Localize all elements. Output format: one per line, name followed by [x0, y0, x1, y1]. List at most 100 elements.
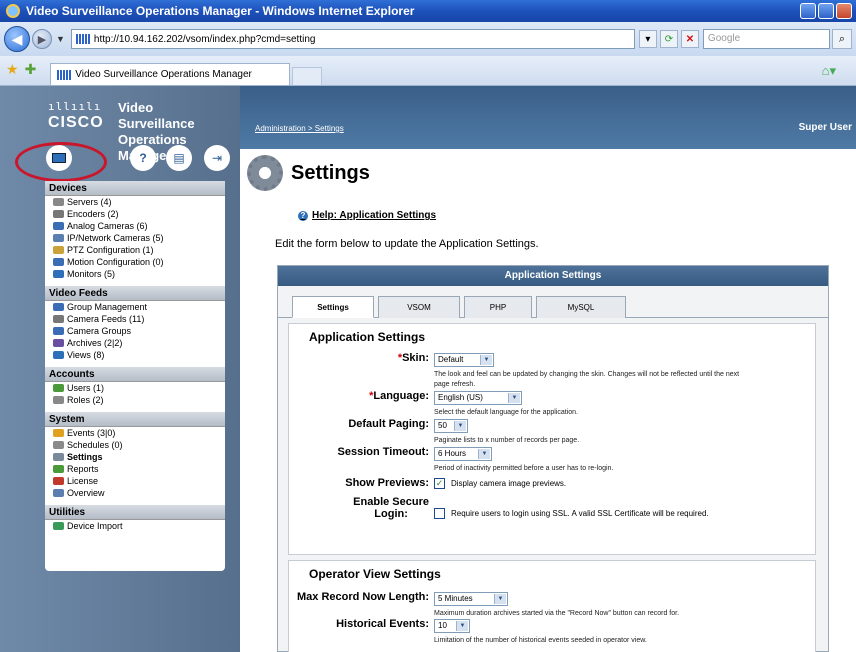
history-dropdown-icon[interactable]: ▼	[56, 34, 65, 44]
timeout-select[interactable]: 6 Hours ▼	[434, 447, 492, 461]
forward-button[interactable]: ▶	[32, 29, 52, 49]
chevron-down-icon: ▼	[456, 621, 468, 631]
menu-item-label: Overview	[67, 488, 105, 498]
tab-vsom[interactable]: VSOM	[378, 296, 460, 318]
url-dropdown-icon[interactable]: ▾	[638, 30, 657, 48]
menu-item-label: Camera Feeds (11)	[67, 314, 145, 324]
menu-item-label: IP/Network Cameras (5)	[67, 233, 164, 243]
camera-icon	[53, 222, 64, 230]
menu-item-ip-cameras[interactable]: IP/Network Cameras (5)	[45, 232, 225, 244]
historical-events-select[interactable]: 10 ▼	[434, 619, 470, 633]
secure-login-label-line1: Enable Secure	[353, 496, 429, 508]
menu-item-group-management[interactable]: Group Management	[45, 301, 225, 313]
menu-item-motion-configuration[interactable]: Motion Configuration (0)	[45, 256, 225, 268]
menu-item-camera-groups[interactable]: Camera Groups	[45, 325, 225, 337]
sidebar: ıllıılı CISCO Video Surveillance Operati…	[0, 86, 240, 652]
paging-value: 50	[438, 421, 447, 430]
document-button[interactable]: ▤	[166, 145, 192, 171]
help-button[interactable]: ?	[130, 145, 156, 171]
section-utilities: Utilities	[45, 505, 225, 520]
maximize-button[interactable]	[818, 3, 834, 19]
timeout-value: 6 Hours	[438, 449, 467, 458]
tab-settings[interactable]: Settings	[292, 296, 374, 318]
ip-camera-icon	[53, 234, 64, 242]
skin-select[interactable]: Default ▼	[434, 353, 494, 367]
skin-label-text: Skin:	[402, 352, 429, 364]
section-devices: Devices	[45, 181, 225, 196]
roles-icon	[53, 396, 64, 404]
menu-item-analog-cameras[interactable]: Analog Cameras (6)	[45, 220, 225, 232]
menu-item-views[interactable]: Views (8)	[45, 349, 225, 361]
refresh-icon[interactable]: ⟳	[659, 30, 678, 48]
tab-php[interactable]: PHP	[464, 296, 532, 318]
menu-item-encoders[interactable]: Encoders (2)	[45, 208, 225, 220]
skin-hint: The look and feel can be updated by chan…	[434, 370, 739, 390]
help-link[interactable]: ? Help: Application Settings	[298, 210, 436, 221]
menu-item-label: Servers (4)	[67, 197, 112, 207]
previews-checkbox[interactable]: ✓	[434, 478, 445, 489]
previews-checkbox-label: Display camera image previews.	[451, 479, 567, 488]
url-field[interactable]: http://10.94.162.202/vsom/index.php?cmd=…	[70, 29, 635, 49]
menu-item-settings[interactable]: Settings	[45, 451, 225, 463]
close-window-button[interactable]	[836, 3, 852, 19]
breadcrumb[interactable]: Administration > Settings	[255, 124, 344, 133]
page-title-row: Settings	[247, 155, 370, 191]
menu-item-reports[interactable]: Reports	[45, 463, 225, 475]
menu-item-schedules[interactable]: Schedules (0)	[45, 439, 225, 451]
search-input[interactable]: Google	[702, 29, 830, 49]
monitor-icon	[53, 270, 64, 278]
menu-item-ptz-configuration[interactable]: PTZ Configuration (1)	[45, 244, 225, 256]
section-accounts: Accounts	[45, 367, 225, 382]
add-favorites-icon[interactable]: ✚	[25, 61, 37, 78]
historical-events-label: Historical Events:	[336, 618, 429, 630]
section-system: System	[45, 412, 225, 427]
menu-item-camera-feeds[interactable]: Camera Feeds (11)	[45, 313, 225, 325]
views-icon	[53, 351, 64, 359]
menu-item-license[interactable]: License	[45, 475, 225, 487]
favorites-star-icon[interactable]: ★	[6, 61, 19, 78]
menu-item-roles[interactable]: Roles (2)	[45, 394, 225, 406]
window-title: Video Surveillance Operations Manager - …	[26, 4, 415, 18]
menu-item-monitors[interactable]: Monitors (5)	[45, 268, 225, 280]
browser-tab-active[interactable]: Video Surveillance Operations Manager	[50, 63, 291, 85]
menu-item-overview[interactable]: Overview	[45, 487, 225, 499]
search-icon[interactable]: ⌕	[832, 29, 852, 49]
new-tab-button[interactable]	[292, 67, 323, 85]
settings-icon	[53, 453, 64, 461]
group-icon	[53, 303, 64, 311]
feeds-icon	[53, 315, 64, 323]
menu-item-events[interactable]: Events (3|0)	[45, 427, 225, 439]
historical-events-hint: Limitation of the number of historical e…	[434, 637, 647, 644]
menu-item-label: Encoders (2)	[67, 209, 119, 219]
window-controls	[800, 3, 852, 19]
tab-favicon-icon	[57, 69, 72, 80]
language-label: *Language:	[369, 390, 429, 402]
minimize-button[interactable]	[800, 3, 816, 19]
menu-item-archives[interactable]: Archives (2|2)	[45, 337, 225, 349]
tab-mysql[interactable]: MySQL	[536, 296, 626, 318]
menu-item-users[interactable]: Users (1)	[45, 382, 225, 394]
url-text: http://10.94.162.202/vsom/index.php?cmd=…	[93, 33, 316, 45]
chevron-down-icon: ▼	[454, 421, 466, 431]
secure-login-checkbox[interactable]	[434, 508, 445, 519]
chevron-down-icon: ▼	[508, 393, 520, 403]
logout-button[interactable]: ⇥	[204, 145, 230, 171]
max-record-select[interactable]: 5 Minutes ▼	[434, 592, 508, 606]
language-hint: Select the default language for the appl…	[434, 409, 578, 416]
menu-item-servers[interactable]: Servers (4)	[45, 196, 225, 208]
menu-item-label: Analog Cameras (6)	[67, 221, 148, 231]
url-tools: ▾ ⟳ ✕	[638, 30, 699, 48]
home-icon[interactable]: ⌂▾	[822, 63, 836, 79]
page-title: Settings	[291, 161, 370, 184]
menu-item-label: Motion Configuration (0)	[67, 257, 164, 267]
section-video-feeds: Video Feeds	[45, 286, 225, 301]
license-icon	[53, 477, 64, 485]
menu-item-label: Group Management	[67, 302, 148, 312]
language-select[interactable]: English (US) ▼	[434, 391, 522, 405]
highlight-ring	[15, 142, 107, 182]
menu-item-device-import[interactable]: Device Import	[45, 520, 225, 532]
stop-icon[interactable]: ✕	[680, 30, 699, 48]
menu-item-label: Device Import	[67, 521, 123, 531]
back-button[interactable]: ◀	[4, 26, 30, 52]
paging-select[interactable]: 50 ▼	[434, 419, 468, 433]
